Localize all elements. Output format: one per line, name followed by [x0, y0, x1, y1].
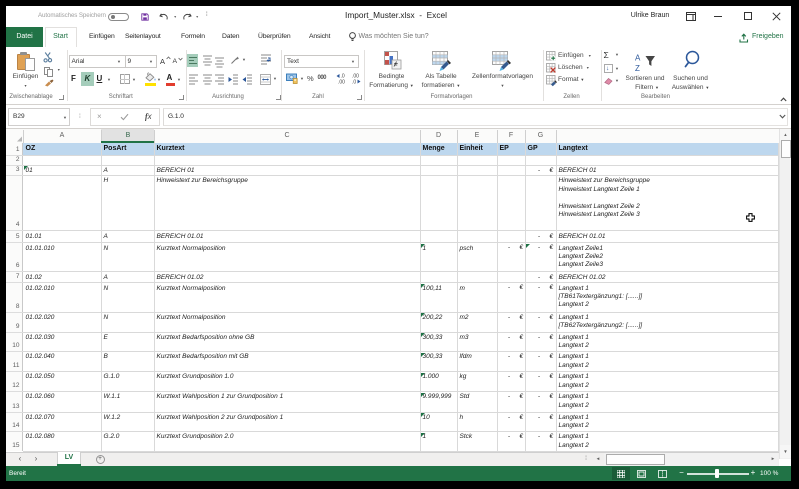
- svg-text:.0: .0: [352, 80, 356, 85]
- svg-text:.00: .00: [338, 80, 345, 85]
- svg-text:Z: Z: [635, 64, 640, 72]
- svg-text:A: A: [635, 53, 641, 62]
